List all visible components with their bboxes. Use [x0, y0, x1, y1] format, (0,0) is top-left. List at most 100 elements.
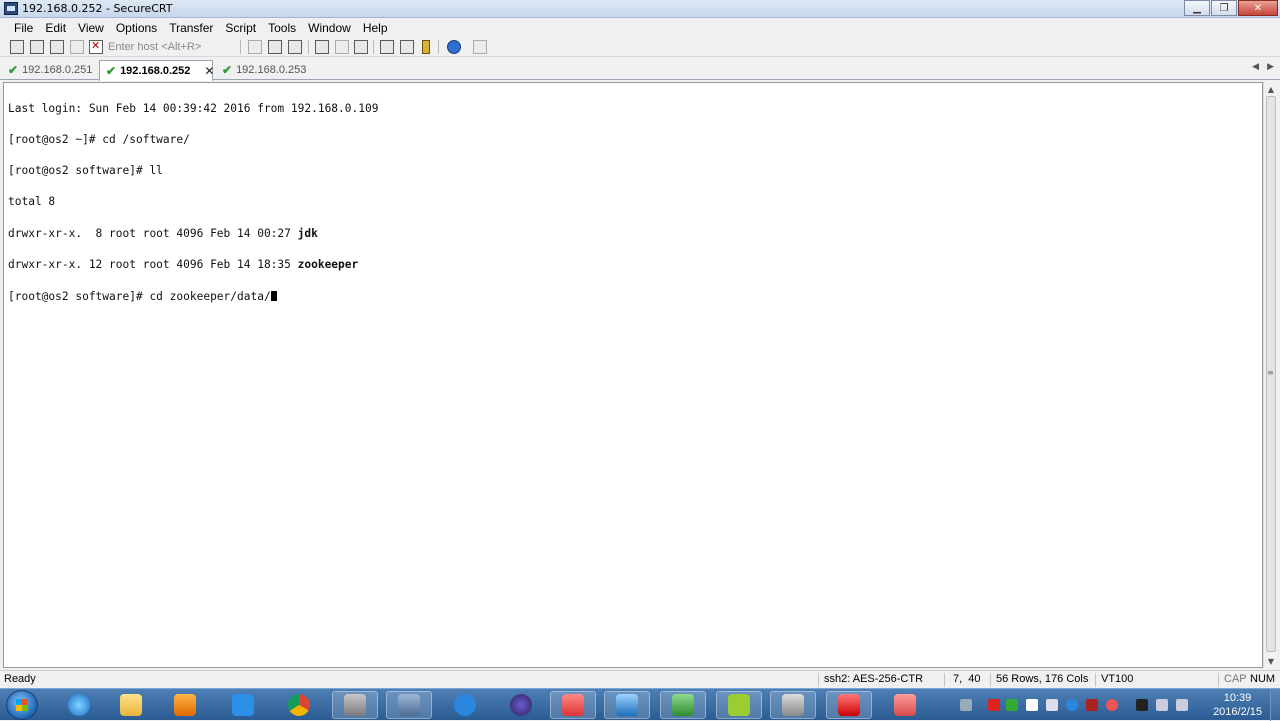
menu-help[interactable]: Help [357, 21, 394, 35]
status-num-lock: NUM [1250, 673, 1276, 685]
connect-in-tab-icon[interactable] [50, 40, 64, 54]
paste-icon[interactable] [268, 40, 282, 54]
taskbar-securecrt-tool[interactable] [332, 691, 378, 719]
dir-name: jdk [297, 226, 318, 240]
menu-file[interactable]: File [8, 21, 39, 35]
taskbar-lock-app[interactable] [386, 691, 432, 719]
windows-tray-icon[interactable] [1026, 699, 1038, 711]
status-divider [1218, 673, 1219, 687]
tab-scroll-left-icon[interactable]: ◀ [1252, 62, 1259, 72]
scroll-down-icon[interactable]: ▼ [1264, 654, 1278, 668]
taskbar-clock[interactable]: 10:39 2016/2/15 [1213, 691, 1262, 719]
toolbar-separator [373, 40, 374, 54]
tab-scroll-arrows: ◀ ▶ [1252, 62, 1274, 72]
connect-icon[interactable] [10, 40, 24, 54]
toolbar-separator [308, 40, 309, 54]
security-tray-icon[interactable] [1106, 699, 1118, 711]
global-options-icon[interactable] [400, 40, 414, 54]
taskbar-project-app[interactable] [660, 691, 706, 719]
terminal-line: [root@os2 ~]# cd /software/ [8, 133, 190, 147]
menu-edit[interactable]: Edit [39, 21, 72, 35]
terminal-line: drwxr-xr-x. 8 root root 4096 Feb 14 00:2… [8, 226, 378, 240]
start-button[interactable] [6, 690, 38, 720]
tab-label: 192.168.0.253 [236, 64, 307, 76]
keymap-icon[interactable] [422, 40, 430, 54]
title-bar[interactable]: 192.168.0.252 - SecureCRT ▁ ❐ ✕ [0, 0, 1280, 18]
status-divider [990, 673, 991, 687]
feather-tray-icon[interactable] [1066, 699, 1078, 711]
taskbar-m-app[interactable] [716, 691, 762, 719]
session-options-icon[interactable] [380, 40, 394, 54]
menu-options[interactable]: Options [110, 21, 163, 35]
taskbar-virtualbox[interactable] [604, 691, 650, 719]
internet-explorer-icon [68, 694, 90, 716]
terminal-scrollbar[interactable]: ▲ ≡ ▼ [1263, 82, 1277, 668]
volume-tray-icon[interactable] [1176, 699, 1188, 711]
connected-check-icon: ✔ [222, 63, 233, 77]
taskbar-pdf-app[interactable] [826, 691, 872, 719]
taskbar-xmind[interactable] [550, 691, 596, 719]
taskbar-chrome[interactable] [276, 691, 322, 719]
taskbar-feather-app[interactable] [442, 691, 488, 719]
chrome-icon [288, 694, 310, 716]
keyboard-tray-icon[interactable] [960, 699, 972, 711]
dir-listing-attrs: drwxr-xr-x. 8 root root 4096 Feb 14 00:2… [8, 226, 298, 240]
print-selection-icon[interactable] [335, 40, 349, 54]
reconnect-icon[interactable] [70, 40, 84, 54]
menu-transfer[interactable]: Transfer [163, 21, 219, 35]
settings-tray-icon[interactable] [1046, 699, 1058, 711]
close-button[interactable]: ✕ [1238, 0, 1278, 16]
feather-icon [454, 694, 476, 716]
window-controls: ▁ ❐ ✕ [1183, 0, 1278, 16]
terminal-area[interactable]: Last login: Sun Feb 14 00:39:42 2016 fro… [3, 82, 1263, 668]
scroll-up-icon[interactable]: ▲ [1264, 82, 1278, 96]
taskbar-ie[interactable] [56, 691, 102, 719]
toolbar-separator [240, 40, 241, 54]
dir-name: zookeeper [297, 257, 359, 271]
print-icon[interactable] [315, 40, 329, 54]
tab-192-168-0-253[interactable]: ✔ 192.168.0.253 [216, 60, 316, 80]
tab-192-168-0-251[interactable]: ✔ 192.168.0.251 [2, 60, 96, 80]
securecrt-app-icon[interactable] [4, 2, 18, 15]
maximize-button[interactable]: ❐ [1211, 0, 1237, 16]
terminal-line: [root@os2 software]# ll [8, 164, 163, 178]
app-tray-icon[interactable] [1006, 699, 1018, 711]
sftp-icon[interactable] [473, 40, 487, 54]
taskbar-securecrt[interactable] [770, 691, 816, 719]
antivirus-tray-icon[interactable] [988, 699, 1000, 711]
terminal-line: drwxr-xr-x. 12 root root 4096 Feb 14 18:… [8, 257, 378, 271]
enter-host-input[interactable] [104, 39, 234, 55]
taskbar-media-player[interactable] [162, 691, 208, 719]
print-setup-icon[interactable] [354, 40, 368, 54]
quick-connect-icon[interactable] [30, 40, 44, 54]
window-title: 192.168.0.252 - SecureCRT [22, 2, 173, 15]
find-icon[interactable] [288, 40, 302, 54]
terminal-line: [root@os2 software]# cd zookeeper/data/ [8, 291, 378, 302]
toolbar-separator [438, 40, 439, 54]
system-tray: 10:39 2016/2/15 [950, 689, 1280, 721]
windows-taskbar: 10:39 2016/2/15 [0, 688, 1280, 721]
tab-scroll-right-icon[interactable]: ▶ [1267, 62, 1274, 72]
m-letter-icon [728, 694, 750, 716]
help-icon[interactable] [447, 40, 461, 54]
close-tab-icon[interactable]: ✕ [204, 64, 214, 78]
menu-script[interactable]: Script [219, 21, 262, 35]
taskbar-explorer[interactable] [108, 691, 154, 719]
menu-tools[interactable]: Tools [262, 21, 302, 35]
menu-view[interactable]: View [72, 21, 110, 35]
input-method-tray-icon[interactable] [1136, 699, 1148, 711]
taskbar-eraser-app[interactable] [882, 691, 928, 719]
scrollbar-grip-icon: ≡ [1267, 368, 1274, 377]
tab-192-168-0-252[interactable]: ✔ 192.168.0.252 ✕ [99, 60, 214, 81]
pdf-icon [838, 694, 860, 716]
menu-window[interactable]: Window [302, 21, 357, 35]
disconnect-icon[interactable] [89, 39, 103, 54]
copy-icon[interactable] [248, 40, 262, 54]
taskbar-baidu-netdisk[interactable] [220, 691, 266, 719]
network-tray-icon[interactable] [1156, 699, 1168, 711]
shield-tray-icon[interactable] [1086, 699, 1098, 711]
taskbar-eclipse[interactable] [498, 691, 544, 719]
status-divider [944, 673, 945, 687]
minimize-button[interactable]: ▁ [1184, 0, 1210, 16]
show-desktop-button[interactable] [1270, 689, 1280, 721]
